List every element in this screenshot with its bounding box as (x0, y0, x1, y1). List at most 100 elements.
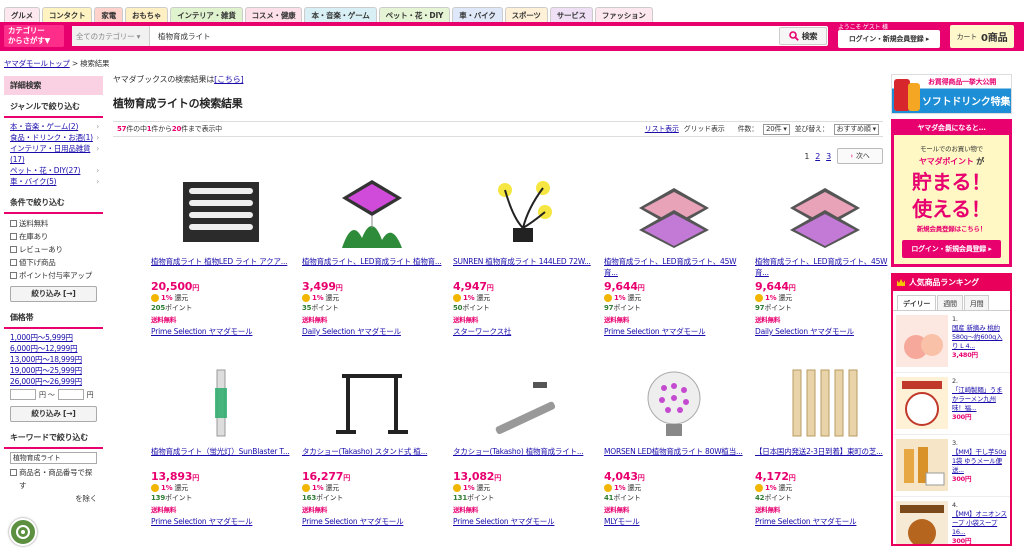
ranking-item[interactable]: 4. 【MM】オニオンスープ 小袋スープ 16... 300円 (893, 497, 1010, 544)
product-card[interactable]: 【日本国内発送2-3日到着】東町の芝... 4,172円 1% 還元 42ポイント 送料無… (755, 368, 895, 548)
product-image[interactable] (332, 368, 412, 438)
ranking-tab[interactable]: 月間 (963, 295, 990, 310)
condition-option[interactable]: ポイント付与率アップ (4, 269, 103, 282)
condition-option[interactable]: レビューあり (4, 243, 103, 256)
condition-option[interactable]: 送料無料 (4, 217, 103, 230)
ranking-thumb[interactable] (896, 315, 948, 367)
ranking-tab[interactable]: 週間 (937, 295, 963, 310)
next-page-button[interactable]: › 次へ (837, 148, 883, 164)
product-image[interactable] (483, 368, 563, 438)
member-login-button[interactable]: ログイン・新規会員登録 ▸ (902, 240, 1001, 258)
search-button[interactable]: 検索 (779, 27, 827, 45)
product-card[interactable]: 植物育成ライト、LED育成ライト、45W育... 9,644円 1% 還元 97ポイント… (755, 178, 895, 358)
ranking-thumb[interactable] (896, 377, 948, 429)
product-card[interactable]: 植物育成ライト 植物LED ライト アクア... 20,500円 1% 還元 205ポイ… (151, 178, 291, 358)
checkbox[interactable] (10, 272, 17, 279)
genre-link[interactable]: 本・音楽・ゲーム(2) › (4, 121, 103, 132)
category-tab[interactable]: 車・バイク (452, 7, 503, 22)
ranking-thumb[interactable] (896, 439, 948, 491)
member-register-link[interactable]: 新規会員登録はこちら！ (894, 223, 1009, 233)
page-2-link[interactable]: 2 (815, 152, 820, 161)
product-name-link[interactable]: 植物育成ライト、LED育成ライト、45W育... (604, 256, 744, 278)
checkbox[interactable] (10, 259, 17, 266)
category-tab[interactable]: スポーツ (504, 7, 548, 22)
shop-name-link[interactable]: Prime Selection ヤマダモール (302, 516, 442, 527)
soft-drink-banner[interactable]: お買得商品一挙大公開 ソフトドリンク特集 (891, 74, 1012, 114)
product-image[interactable] (785, 368, 865, 438)
category-tab[interactable]: 家電 (94, 7, 124, 22)
books-notice-link[interactable]: [こちら] (214, 75, 243, 84)
ranking-item[interactable]: 1. 国産 新摘み 桃約580g〜約600g入り L 4... 3,480円 (893, 311, 1010, 373)
shop-name-link[interactable]: Prime Selection ヤマダモール (453, 516, 593, 527)
per-page-select[interactable]: 20件 ▾ (763, 123, 790, 135)
product-image[interactable] (332, 178, 412, 248)
checkbox[interactable] (10, 233, 17, 240)
price-range-link[interactable]: 1,000円〜5,999円 (4, 332, 103, 343)
category-tab[interactable]: おもちゃ (125, 7, 169, 22)
category-tab[interactable]: コンタクト (41, 7, 93, 22)
product-image[interactable] (181, 178, 261, 248)
product-card[interactable]: SUNREN 植物育成ライト 144LED 72W... 4,947円 1% 還元 50… (453, 178, 593, 358)
login-register-button[interactable]: ログイン・新規会員登録 ▸ (838, 30, 940, 48)
ranking-name-link[interactable]: 【MM】干し芋50g 1袋 ゆうメール便 送... (952, 448, 1007, 475)
floating-chat-icon[interactable] (9, 518, 37, 546)
category-tab[interactable]: 本・音楽・ゲーム (304, 7, 377, 22)
list-view-link[interactable]: リスト表示 (645, 124, 679, 134)
ranking-tab[interactable]: デイリー (897, 295, 937, 310)
category-menu-button[interactable]: カテゴリー からさがす▼ (4, 25, 64, 47)
narrow-condition-button[interactable]: 絞り込み [→] (10, 286, 97, 302)
grid-view-label[interactable]: グリッド表示 (684, 124, 725, 134)
sort-select[interactable]: おすすめ順 ▾ (833, 123, 879, 135)
shop-name-link[interactable]: Prime Selection ヤマダモール (151, 326, 291, 337)
ranking-name-link[interactable]: 【MM】オニオンスープ 小袋スープ 16... (952, 510, 1007, 537)
product-name-link[interactable]: 植物育成ライト、LED育成ライト 植物育... (302, 256, 442, 278)
category-tab[interactable]: インテリア・雑貨 (170, 7, 243, 22)
shop-name-link[interactable]: Prime Selection ヤマダモール (755, 516, 895, 527)
shop-name-link[interactable]: Daily Selection ヤマダモール (755, 326, 895, 337)
product-name-link[interactable]: 植物育成ライト、LED育成ライト、45W育... (755, 256, 895, 278)
product-image[interactable] (785, 178, 865, 248)
ranking-item[interactable]: 2. 「江崎製麺」うまかラーメン九州味！福... 300円 (893, 373, 1010, 435)
product-card[interactable]: MORSEN LED植物育成ライト 80W植当... 4,043円 1% 還元 41ポイ… (604, 368, 744, 548)
product-name-link[interactable]: 植物育成ライト（蛍光灯）SunBlaster T... (151, 446, 291, 468)
condition-option[interactable]: 在庫あり (4, 230, 103, 243)
product-image[interactable] (634, 368, 714, 438)
product-name-link[interactable]: SUNREN 植物育成ライト 144LED 72W... (453, 256, 593, 278)
price-range-link[interactable]: 19,000円〜25,999円 (4, 365, 103, 376)
shop-name-link[interactable]: Daily Selection ヤマダモール (302, 326, 442, 337)
price-range-link[interactable]: 13,000円〜18,999円 (4, 354, 103, 365)
genre-link[interactable]: 車・バイク(5) › (4, 176, 103, 187)
price-max-input[interactable] (57, 389, 84, 400)
genre-link[interactable]: ペット・花・DIY(27) › (4, 165, 103, 176)
keyword-input[interactable]: 植物育成ライト (10, 452, 97, 464)
ranking-name-link[interactable]: 国産 新摘み 桃約580g〜約600g入り L 4... (952, 324, 1007, 351)
genre-link[interactable]: 食品・ドリンク・お酒(1) › (4, 132, 103, 143)
product-card[interactable]: 植物育成ライト、LED育成ライト、45W育... 9,644円 1% 還元 97ポイント… (604, 178, 744, 358)
search-category-select[interactable]: 全てのカテゴリー ▾ (72, 26, 150, 46)
narrow-price-button[interactable]: 絞り込み [→] (10, 406, 97, 422)
product-card[interactable]: 植物育成ライト、LED育成ライト 植物育... 3,499円 1% 還元 35ポイント送… (302, 178, 442, 358)
category-tab[interactable]: ペット・花・DIY (378, 7, 451, 22)
product-card[interactable]: 植物育成ライト（蛍光灯）SunBlaster T... 13,893円 1% 還元 13… (151, 368, 291, 548)
ranking-item[interactable]: 3. 【MM】干し芋50g 1袋 ゆうメール便 送... 300円 (893, 435, 1010, 497)
shop-name-link[interactable]: MLYモール (604, 516, 744, 527)
category-tab[interactable]: サービス (549, 7, 593, 22)
ranking-name-link[interactable]: 「江崎製麺」うまかラーメン九州味！福... (952, 386, 1007, 413)
product-image[interactable] (634, 178, 714, 248)
genre-link[interactable]: インテリア・日用品雑貨(17) › (4, 143, 103, 165)
shop-name-link[interactable]: Prime Selection ヤマダモール (604, 326, 744, 337)
category-tab[interactable]: グルメ (4, 7, 40, 22)
shop-name-link[interactable]: スターワークス社 (453, 326, 593, 337)
page-3-link[interactable]: 3 (826, 152, 831, 161)
category-tab[interactable]: ファッション (594, 7, 653, 22)
product-name-link[interactable]: 【日本国内発送2-3日到着】東町の芝... (755, 446, 895, 468)
checkbox[interactable] (10, 246, 17, 253)
product-card[interactable]: タカショー(Takasho) 植物育成ライト... 13,082円 1% 還元 131ポ… (453, 368, 593, 548)
price-range-link[interactable]: 26,000円〜26,999円 (4, 376, 103, 387)
product-name-link[interactable]: MORSEN LED植物育成ライト 80W植当... (604, 446, 744, 468)
ranking-thumb[interactable] (896, 501, 948, 544)
condition-option[interactable]: 値下げ商品 (4, 256, 103, 269)
product-image[interactable] (483, 178, 563, 248)
product-name-link[interactable]: タカショー(Takasho) 植物育成ライト... (453, 446, 593, 468)
product-image[interactable] (181, 368, 261, 438)
